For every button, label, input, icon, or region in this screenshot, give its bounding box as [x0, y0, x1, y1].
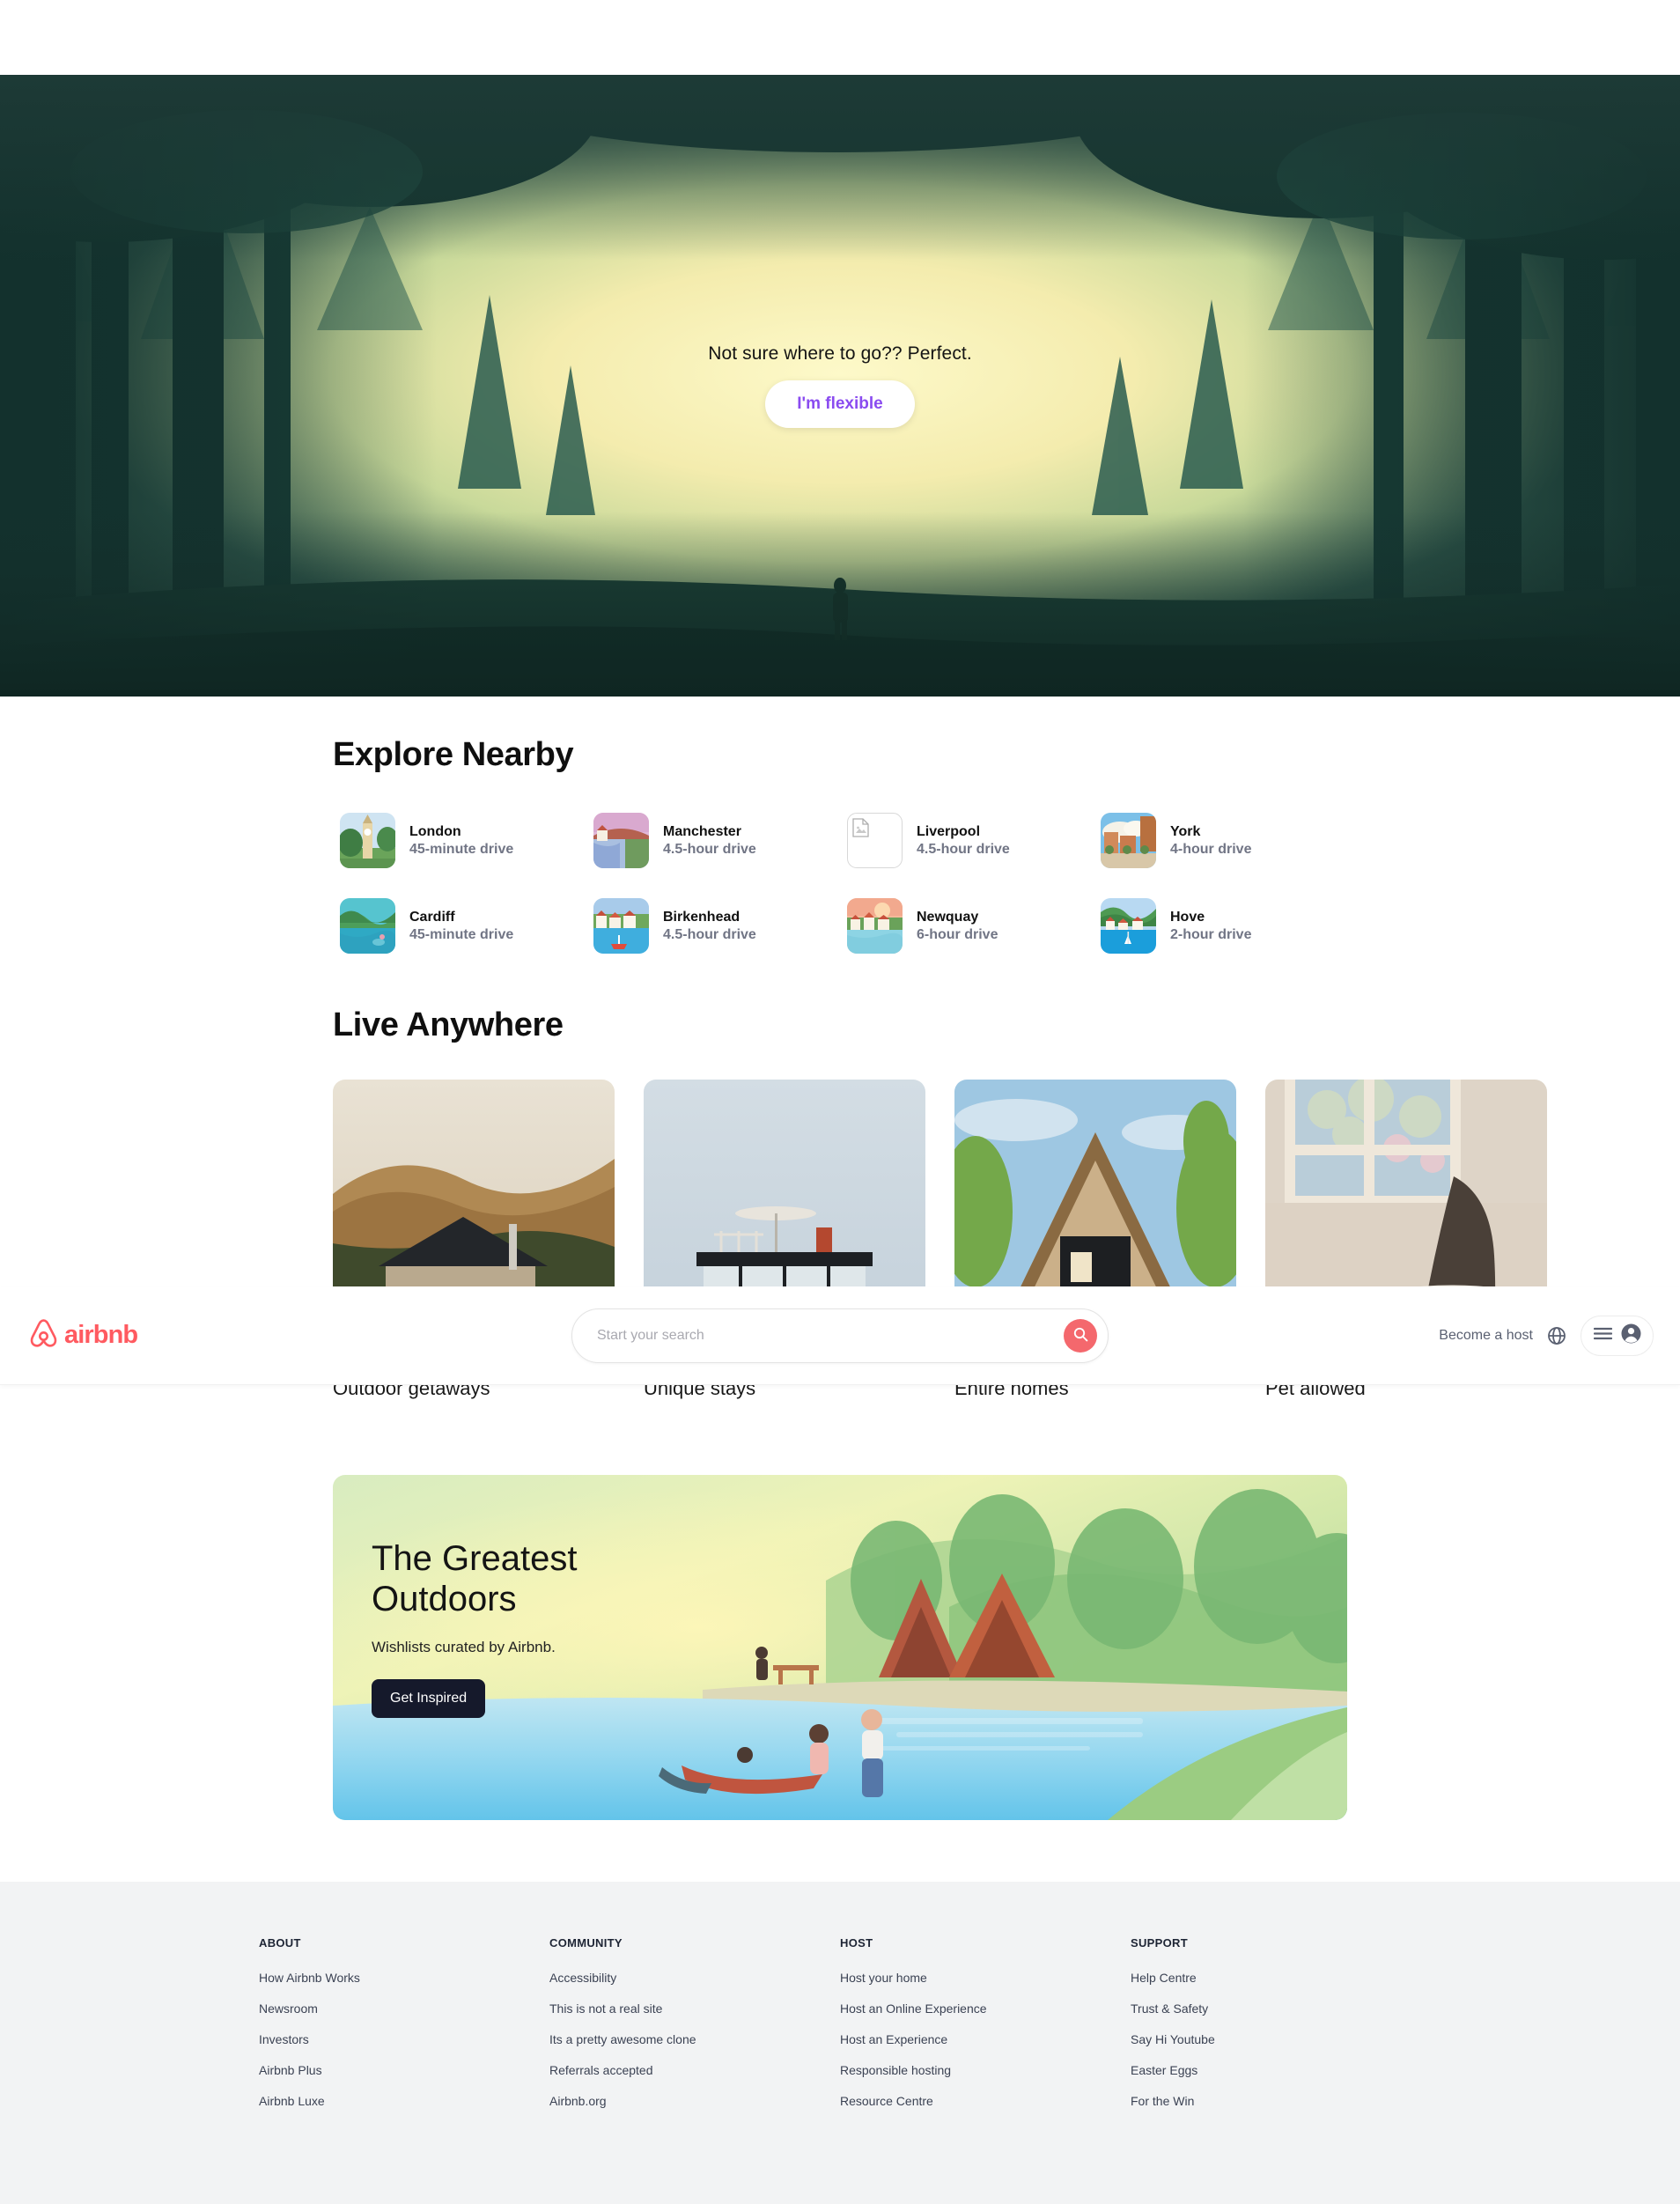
greatest-outdoors-card[interactable]: The Greatest Outdoors Wishlists curated …	[333, 1475, 1347, 1820]
footer-link[interactable]: Investors	[259, 2032, 549, 2046]
nearby-card[interactable]: Liverpool 4.5-hour drive	[840, 806, 1094, 875]
airbnb-logo[interactable]: airbnb	[29, 1318, 138, 1353]
nearby-card-text: Hove 2-hour drive	[1170, 910, 1251, 943]
footer-link[interactable]: This is not a real site	[549, 2001, 840, 2016]
nearby-card-text: Birkenhead 4.5-hour drive	[663, 910, 756, 943]
nearby-card-text: Cardiff 45-minute drive	[409, 910, 513, 943]
greatest-outdoors-section: The Greatest Outdoors Wishlists curated …	[0, 1400, 1680, 1882]
harbour-boat-thumb	[593, 898, 649, 954]
nearby-city-name: Manchester	[663, 823, 741, 839]
footer-link[interactable]: Resource Centre	[840, 2094, 1131, 2108]
footer-link[interactable]: Easter Eggs	[1131, 2063, 1421, 2077]
explore-nearby-grid: London 45-minute drive Manchester 4.5-hour …	[333, 806, 1347, 961]
footer-link[interactable]: Say Hi Youtube	[1131, 2032, 1421, 2046]
nearby-card-text: London 45-minute drive	[409, 824, 513, 858]
nearby-drive-time: 4.5-hour drive	[917, 841, 1010, 857]
nearby-drive-time: 4.5-hour drive	[663, 841, 756, 857]
bridge-river-thumb	[593, 813, 649, 868]
nearby-city-name: Birkenhead	[663, 909, 741, 925]
airbnb-logo-wordmark: airbnb	[64, 1321, 138, 1349]
nearby-card[interactable]: Manchester 4.5-hour drive	[586, 806, 840, 875]
nearby-city-name: Newquay	[917, 909, 979, 925]
footer-column-heading: SUPPORT	[1131, 1936, 1188, 1950]
footer-link[interactable]: Help Centre	[1131, 1971, 1421, 1985]
footer-link[interactable]: How Airbnb Works	[259, 1971, 549, 1985]
footer-column: SUPPORT Help Centre Trust & Safety Say Hi Y…	[1131, 1936, 1421, 2125]
nearby-card[interactable]: York 4-hour drive	[1094, 806, 1347, 875]
nearby-card-text: York 4-hour drive	[1170, 824, 1251, 858]
footer-link[interactable]: Accessibility	[549, 1971, 840, 1985]
nearby-card-text: Manchester 4.5-hour drive	[663, 824, 756, 858]
footer-link[interactable]: For the Win	[1131, 2094, 1421, 2108]
become-a-host-link[interactable]: Become a host	[1439, 1328, 1533, 1344]
nearby-city-name: Hove	[1170, 909, 1205, 925]
footer-link[interactable]: Referrals accepted	[549, 2063, 840, 2077]
footer-link[interactable]: Its a pretty awesome clone	[549, 2032, 840, 2046]
page-content: Explore Nearby London 45-minute drive Manc…	[0, 697, 1680, 2204]
header-actions: Become a host	[1439, 1315, 1654, 1356]
footer-link[interactable]: Host an Online Experience	[840, 2001, 1131, 2016]
nearby-card[interactable]: Cardiff 45-minute drive	[333, 891, 586, 961]
nearby-card[interactable]: London 45-minute drive	[333, 806, 586, 875]
nearby-drive-time: 4-hour drive	[1170, 841, 1252, 857]
site-footer: ABOUT How Airbnb Works Newsroom Investors Ai…	[0, 1882, 1680, 2204]
footer-link[interactable]: Newsroom	[259, 2001, 549, 2016]
footer-link[interactable]: Airbnb.org	[549, 2094, 840, 2108]
nearby-drive-time: 2-hour drive	[1170, 926, 1252, 942]
hamburger-menu-icon	[1593, 1327, 1613, 1345]
get-inspired-button[interactable]: Get Inspired	[372, 1679, 486, 1718]
greatest-outdoors-subtitle: Wishlists curated by Airbnb.	[372, 1639, 556, 1655]
nearby-card[interactable]: Hove 2-hour drive	[1094, 891, 1347, 961]
nearby-city-name: Liverpool	[917, 823, 981, 839]
footer-link[interactable]: Responsible hosting	[840, 2063, 1131, 2077]
hero-tagline: Not sure where to go?? Perfect.	[708, 343, 972, 364]
footer-columns: ABOUT How Airbnb Works Newsroom Investors Ai…	[259, 1936, 1421, 2125]
site-header: airbnb Become a host	[0, 1286, 1680, 1385]
globe-icon[interactable]	[1547, 1326, 1566, 1345]
user-avatar-icon	[1620, 1323, 1642, 1349]
user-menu-button[interactable]	[1581, 1315, 1654, 1356]
greatest-outdoors-text: The Greatest Outdoors Wishlists curated …	[372, 1538, 671, 1718]
lake-hills-thumb	[340, 898, 395, 954]
footer-column: ABOUT How Airbnb Works Newsroom Investors Ai…	[259, 1936, 549, 2125]
footer-link[interactable]: Host your home	[840, 1971, 1131, 1985]
footer-link[interactable]: Airbnb Plus	[259, 2063, 549, 2077]
im-flexible-button[interactable]: I'm flexible	[765, 380, 915, 428]
search-input[interactable]	[572, 1327, 1064, 1344]
search-icon	[1073, 1327, 1088, 1345]
hero-banner: Not sure where to go?? Perfect. I'm flex…	[0, 75, 1680, 697]
seaside-bay-thumb	[1101, 898, 1156, 954]
footer-column-heading: HOST	[840, 1936, 873, 1950]
hero-overlay: Not sure where to go?? Perfect. I'm flex…	[0, 75, 1680, 697]
nearby-drive-time: 4.5-hour drive	[663, 926, 756, 942]
old-town-square-thumb	[1101, 813, 1156, 868]
nearby-city-name: London	[409, 823, 461, 839]
live-anywhere-title: Live Anywhere	[333, 1006, 564, 1043]
footer-link[interactable]: Host an Experience	[840, 2032, 1131, 2046]
explore-nearby-section: Explore Nearby London 45-minute drive Manc…	[0, 697, 1680, 961]
nearby-city-name: Cardiff	[409, 909, 455, 925]
nearby-city-name: York	[1170, 823, 1201, 839]
search-button[interactable]	[1064, 1318, 1097, 1353]
broken-image-icon	[847, 813, 903, 868]
search-bar[interactable]	[571, 1308, 1109, 1363]
footer-column: HOST Host your home Host an Online Experie…	[840, 1936, 1131, 2125]
explore-nearby-title: Explore Nearby	[333, 736, 574, 773]
nearby-drive-time: 45-minute drive	[409, 841, 514, 857]
sunset-village-thumb	[847, 898, 903, 954]
footer-column-heading: COMMUNITY	[549, 1936, 623, 1950]
nearby-drive-time: 45-minute drive	[409, 926, 514, 942]
nearby-card-text: Liverpool 4.5-hour drive	[917, 824, 1010, 858]
big-ben-thumb	[340, 813, 395, 868]
nearby-card-text: Newquay 6-hour drive	[917, 910, 998, 943]
footer-column: COMMUNITY Accessibility This is not a real…	[549, 1936, 840, 2125]
nearby-card[interactable]: Newquay 6-hour drive	[840, 891, 1094, 961]
footer-link[interactable]: Trust & Safety	[1131, 2001, 1421, 2016]
nearby-card[interactable]: Birkenhead 4.5-hour drive	[586, 891, 840, 961]
footer-column-heading: ABOUT	[259, 1936, 301, 1950]
nearby-drive-time: 6-hour drive	[917, 926, 998, 942]
airbnb-bel-logo-icon	[29, 1318, 58, 1353]
greatest-outdoors-title: The Greatest Outdoors	[372, 1539, 578, 1618]
footer-link[interactable]: Airbnb Luxe	[259, 2094, 549, 2108]
